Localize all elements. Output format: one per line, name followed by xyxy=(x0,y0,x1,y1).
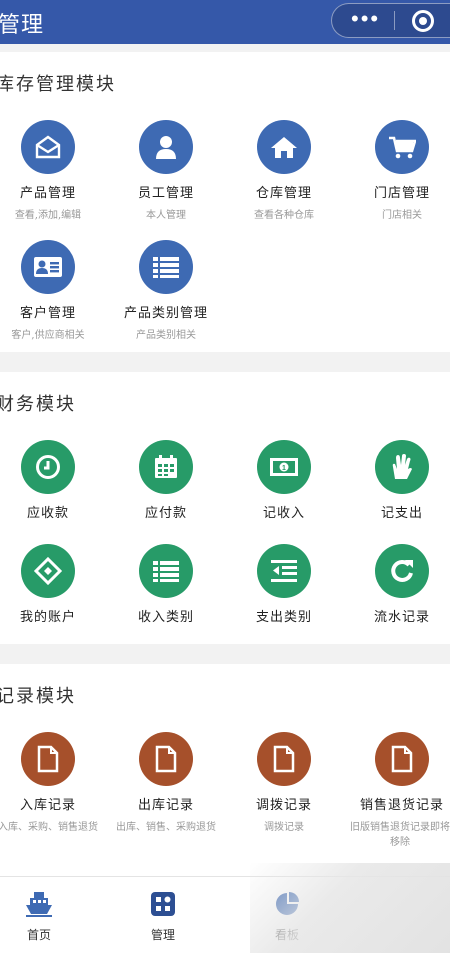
stock-out-records-button[interactable]: 出库记录 出库、销售、采购退货 xyxy=(110,732,222,835)
item-label: 流水记录 xyxy=(373,610,430,625)
section-title: 财务模块 xyxy=(0,394,76,415)
item-label: 产品类别管理 xyxy=(123,306,208,321)
apps-icon xyxy=(151,892,175,916)
section-title: 记录模块 xyxy=(0,686,76,707)
item-sub: 产品类别相关 xyxy=(136,330,196,341)
item-sub: 客户,供应商相关 xyxy=(11,330,85,341)
watermark-blur xyxy=(250,863,450,953)
outdent-icon xyxy=(257,544,311,598)
cart-icon xyxy=(375,120,429,174)
item-label: 入库记录 xyxy=(19,798,76,813)
item-sub: 调拨记录 xyxy=(264,822,304,833)
document-icon xyxy=(139,732,193,786)
customer-management-button[interactable]: 客户管理 客户,供应商相关 xyxy=(0,240,104,343)
item-label: 调拨记录 xyxy=(255,798,312,813)
receivables-button[interactable]: 应收款 xyxy=(0,440,104,521)
diamond-icon xyxy=(21,544,75,598)
income-category-button[interactable]: 收入类别 xyxy=(110,544,222,625)
item-sub: 门店相关 xyxy=(382,210,422,221)
money-icon: 1 xyxy=(257,440,311,494)
item-label: 客户管理 xyxy=(19,306,76,321)
product-category-management-button[interactable]: 产品类别管理 产品类别相关 xyxy=(110,240,222,343)
records-section: 记录模块 入库记录 入库、采购、销售退货 出库记录 出库、销售、采购退货 调拨记… xyxy=(0,664,450,894)
item-label: 门店管理 xyxy=(373,186,430,201)
item-label: 应收款 xyxy=(26,506,69,521)
tab-home[interactable]: 首页 xyxy=(4,891,74,943)
item-label: 我的账户 xyxy=(19,610,76,625)
sales-return-records-button[interactable]: 销售退货记录 旧版销售退货记录即将移除 xyxy=(346,732,450,850)
finance-section: 财务模块 应收款 应付款 1 记收入 记支出 我的账户 收入类别 支出类别 流水… xyxy=(0,372,450,644)
item-sub: 旧版销售退货记录即将移除 xyxy=(350,822,450,848)
page-title: 管理 xyxy=(0,13,45,38)
tab-label: 首页 xyxy=(26,928,51,942)
tab-label: 管理 xyxy=(150,928,175,942)
store-management-button[interactable]: 门店管理 门店相关 xyxy=(346,120,450,223)
mini-program-capsule: ••• xyxy=(331,3,450,38)
item-label: 记支出 xyxy=(380,506,423,521)
transaction-log-button[interactable]: 流水记录 xyxy=(346,544,450,625)
item-label: 应付款 xyxy=(144,506,187,521)
record-expense-button[interactable]: 记支出 xyxy=(346,440,450,521)
item-sub: 出库、销售、采购退货 xyxy=(116,822,216,833)
document-icon xyxy=(375,732,429,786)
top-nav-bar: 管理 ••• xyxy=(0,0,450,44)
document-icon xyxy=(257,732,311,786)
tab-manage[interactable]: 管理 xyxy=(128,891,198,943)
ship-icon xyxy=(26,892,52,917)
calendar-icon xyxy=(139,440,193,494)
item-sub: 本人管理 xyxy=(146,210,186,221)
item-label: 支出类别 xyxy=(255,610,312,625)
bottom-tab-bar: 首页 管理 看板 xyxy=(0,863,450,953)
item-sub: 入库、采购、销售退货 xyxy=(0,822,98,833)
person-icon xyxy=(139,120,193,174)
item-label: 产品管理 xyxy=(19,186,76,201)
home-icon xyxy=(257,120,311,174)
item-label: 出库记录 xyxy=(137,798,194,813)
record-income-button[interactable]: 1 记收入 xyxy=(228,440,340,521)
my-account-button[interactable]: 我的账户 xyxy=(0,544,104,625)
item-label: 销售退货记录 xyxy=(359,798,444,813)
item-label: 员工管理 xyxy=(137,186,194,201)
staff-management-button[interactable]: 员工管理 本人管理 xyxy=(110,120,222,223)
refresh-icon xyxy=(375,544,429,598)
expense-category-button[interactable]: 支出类别 xyxy=(228,544,340,625)
svg-text:1: 1 xyxy=(282,465,286,472)
list-icon xyxy=(139,544,193,598)
stock-in-records-button[interactable]: 入库记录 入库、采购、销售退货 xyxy=(0,732,104,835)
clock-icon xyxy=(21,440,75,494)
transfer-records-button[interactable]: 调拨记录 调拨记录 xyxy=(228,732,340,835)
document-icon xyxy=(21,732,75,786)
id-card-icon xyxy=(21,240,75,294)
item-sub: 查看各种仓库 xyxy=(254,210,314,221)
payables-button[interactable]: 应付款 xyxy=(110,440,222,521)
list-icon xyxy=(139,240,193,294)
capsule-divider xyxy=(394,11,395,30)
envelope-icon xyxy=(21,120,75,174)
target-icon[interactable] xyxy=(412,10,434,32)
warehouse-management-button[interactable]: 仓库管理 查看各种仓库 xyxy=(228,120,340,223)
item-sub: 查看,添加,编辑 xyxy=(14,210,82,221)
product-management-button[interactable]: 产品管理 查看,添加,编辑 xyxy=(0,120,104,223)
inventory-section: 库存管理模块 产品管理 查看,添加,编辑 员工管理 本人管理 仓库管理 查看各种… xyxy=(0,52,450,352)
more-dots-icon[interactable]: ••• xyxy=(351,8,380,30)
section-title: 库存管理模块 xyxy=(0,74,116,95)
item-label: 收入类别 xyxy=(137,610,194,625)
item-label: 仓库管理 xyxy=(255,186,312,201)
item-label: 记收入 xyxy=(262,506,305,521)
hand-icon xyxy=(375,440,429,494)
